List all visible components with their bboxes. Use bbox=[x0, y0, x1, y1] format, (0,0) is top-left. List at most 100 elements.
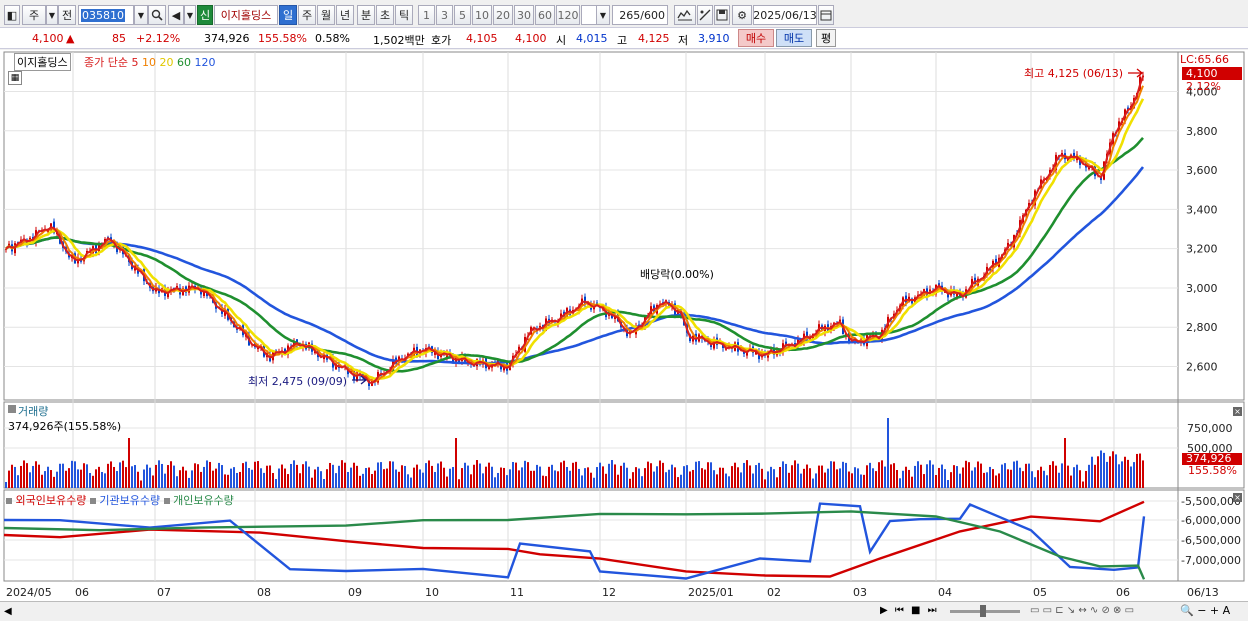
volume-close-icon[interactable]: × bbox=[1233, 407, 1242, 416]
average-button[interactable]: 평 bbox=[816, 29, 836, 47]
volume-bar bbox=[107, 463, 109, 488]
volume-bar bbox=[278, 468, 280, 488]
volume-bar bbox=[299, 473, 301, 488]
volume-bar bbox=[767, 471, 769, 488]
interval-1[interactable]: 1 bbox=[418, 5, 435, 25]
volume-bar bbox=[614, 464, 616, 488]
code-dropdown-icon[interactable]: ▼ bbox=[134, 5, 148, 25]
volume-bar bbox=[458, 479, 460, 488]
prev-button[interactable]: 전 bbox=[58, 5, 76, 25]
volume-bar bbox=[293, 460, 295, 488]
save-icon[interactable] bbox=[714, 5, 730, 25]
playback-controls[interactable]: ▶ ⏮ ■ ⏭ bbox=[880, 605, 939, 616]
interval-5[interactable]: 5 bbox=[454, 5, 471, 25]
volume-bar bbox=[329, 462, 331, 488]
volume-bar bbox=[413, 467, 415, 488]
interval-60[interactable]: 60 bbox=[535, 5, 555, 25]
volume-bar bbox=[656, 466, 658, 488]
period-tab-week[interactable]: 주 bbox=[298, 5, 316, 25]
interval-dropdown-icon[interactable]: ▼ bbox=[596, 5, 610, 25]
indicator-icon[interactable] bbox=[674, 5, 696, 25]
interval-3[interactable]: 3 bbox=[436, 5, 453, 25]
volume-bar bbox=[542, 475, 544, 488]
market-dropdown-icon[interactable]: ▼ bbox=[46, 5, 58, 25]
chart-area[interactable]: 2024/05 06 07 08 09 10 11 12 2025/01 02 03 04 05 06 06… bbox=[0, 50, 1248, 621]
zoom-slider-handle[interactable] bbox=[980, 605, 986, 617]
volume-bar bbox=[482, 473, 484, 488]
grid-toggle-icon[interactable]: ▦ bbox=[8, 71, 22, 85]
sell-button[interactable]: 매도 bbox=[776, 29, 812, 47]
interval-20[interactable]: 20 bbox=[493, 5, 513, 25]
period-tab-tick[interactable]: 틱 bbox=[395, 5, 413, 25]
speaker-dropdown-icon[interactable]: ▼ bbox=[184, 5, 196, 25]
holdings-axis-label: -6,000,000 bbox=[1181, 514, 1241, 527]
date-input[interactable]: 2025/06/13 bbox=[753, 5, 817, 25]
volume-bar bbox=[380, 462, 382, 488]
volume-bar bbox=[911, 476, 913, 488]
period-tab-month[interactable]: 월 bbox=[317, 5, 335, 25]
volume-bar bbox=[608, 463, 610, 488]
tool-icon[interactable] bbox=[697, 5, 713, 25]
holdings-line-individual bbox=[3, 510, 1146, 580]
volume-bar bbox=[581, 475, 583, 488]
count-input[interactable]: 265/600 bbox=[612, 5, 668, 25]
count-total: /600 bbox=[640, 8, 665, 22]
volume-bar bbox=[470, 474, 472, 488]
volume-bar bbox=[1124, 456, 1126, 488]
volume-panel-handle[interactable] bbox=[8, 405, 16, 413]
period-tab-day[interactable]: 일 bbox=[279, 5, 297, 25]
scroll-left-icon[interactable]: ◀ bbox=[4, 606, 12, 617]
volume-bar bbox=[1025, 463, 1027, 488]
x-axis-label: 09 bbox=[348, 586, 362, 599]
stock-name-display: 이지홀딩스 bbox=[214, 5, 278, 25]
panel-frame bbox=[3, 51, 1245, 401]
interval-120[interactable]: 120 bbox=[556, 5, 580, 25]
search-icon[interactable] bbox=[148, 5, 166, 25]
volume-bar bbox=[797, 463, 799, 488]
volume-bar bbox=[149, 467, 151, 488]
holdings-close-icon[interactable]: × bbox=[1233, 493, 1242, 502]
dividend-annotation: 배당락(0.00%) bbox=[640, 268, 714, 281]
volume-bar bbox=[116, 471, 118, 488]
volume-bar bbox=[314, 469, 316, 488]
period-tab-minute[interactable]: 분 bbox=[357, 5, 375, 25]
volume-bar bbox=[932, 464, 934, 488]
volume-bar bbox=[512, 461, 514, 488]
volume-bar bbox=[356, 465, 358, 488]
period-tab-second[interactable]: 초 bbox=[376, 5, 394, 25]
market-select[interactable]: 주 bbox=[22, 5, 46, 25]
chart-type-icons[interactable]: ▭ ▭ ⊏ ↘ ↔ ∿ ⊘ ⊗ ▭ bbox=[1030, 605, 1134, 616]
volume-bar bbox=[284, 468, 286, 488]
volume-bar bbox=[467, 465, 469, 488]
volume-bar bbox=[233, 467, 235, 488]
gear-icon[interactable]: ⚙ bbox=[732, 5, 752, 25]
volume-bar bbox=[794, 460, 796, 488]
volume-bar bbox=[1118, 464, 1120, 488]
interval-10[interactable]: 10 bbox=[472, 5, 492, 25]
volume-ratio: 155.58% bbox=[258, 32, 307, 45]
volume-bar bbox=[1010, 469, 1012, 488]
volume-bar bbox=[245, 461, 247, 488]
layout-icon[interactable]: ◧ bbox=[4, 5, 20, 25]
volume-bar bbox=[584, 468, 586, 488]
volume-bar bbox=[800, 473, 802, 488]
volume-bar bbox=[1082, 481, 1084, 488]
scroll-bar[interactable]: ◀ ▶ ⏮ ■ ⏭ ▭ ▭ ⊏ ↘ ↔ ∿ ⊘ ⊗ ▭ 🔍 − + A bbox=[0, 601, 1248, 621]
volume-bar bbox=[533, 470, 535, 488]
buy-button[interactable]: 매수 bbox=[738, 29, 774, 47]
volume-bar bbox=[317, 466, 319, 488]
period-tab-year[interactable]: 년 bbox=[336, 5, 354, 25]
volume-bar bbox=[404, 465, 406, 488]
volume-bar bbox=[890, 464, 892, 488]
volume-bar bbox=[821, 465, 823, 488]
interval-30[interactable]: 30 bbox=[514, 5, 534, 25]
zoom-controls[interactable]: 🔍 − + A bbox=[1180, 604, 1230, 617]
volume-bar bbox=[809, 468, 811, 488]
chart-canvas[interactable]: 2024/05 06 07 08 09 10 11 12 2025/01 02 03 04 05 06 06… bbox=[0, 50, 1248, 621]
stock-code-input[interactable]: 035810 bbox=[78, 5, 134, 25]
volume-bar bbox=[638, 468, 640, 488]
volume-bar bbox=[65, 470, 67, 488]
calendar-icon[interactable] bbox=[818, 5, 834, 25]
volume-bar bbox=[992, 469, 994, 488]
speaker-icon[interactable]: ◀ bbox=[168, 5, 184, 25]
